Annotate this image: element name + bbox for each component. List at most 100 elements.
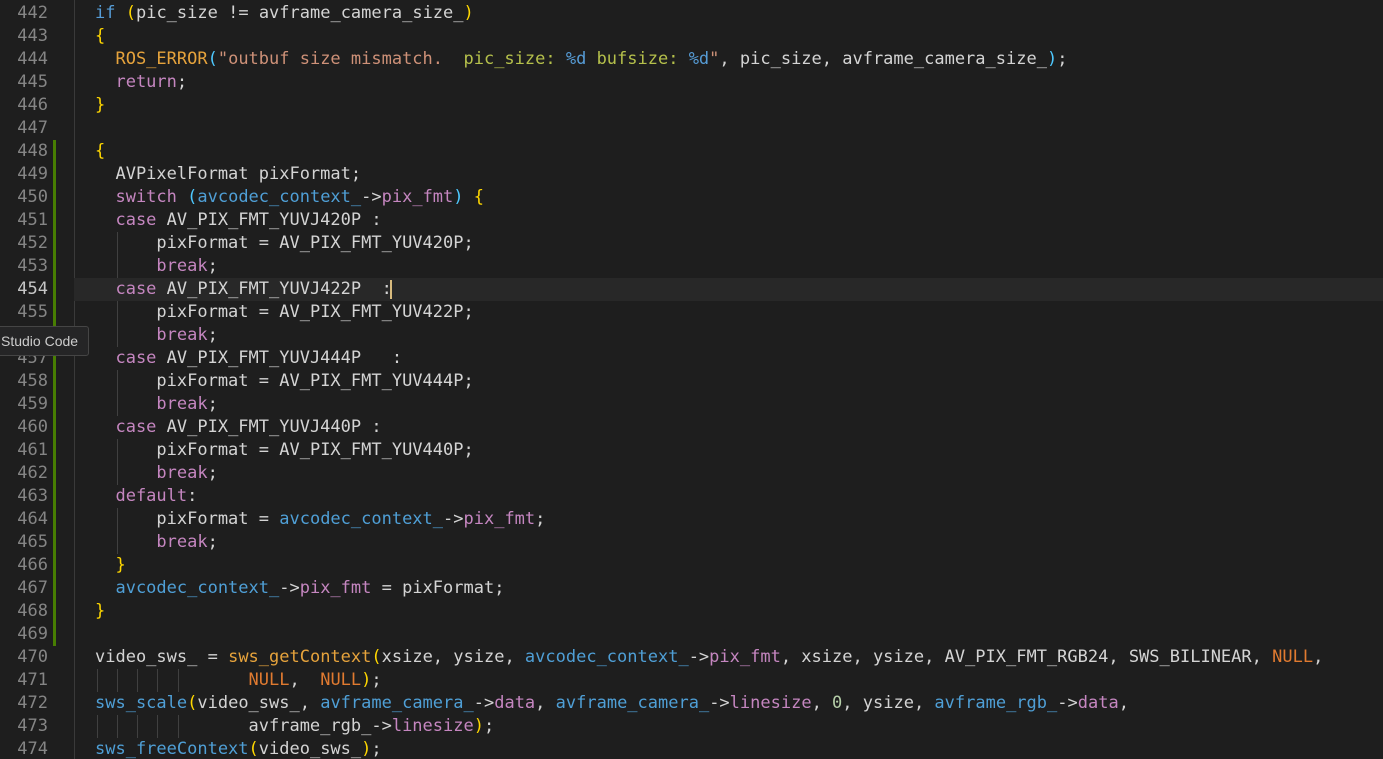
code-text[interactable]: { (95, 140, 105, 163)
code-line[interactable]: 443 { (0, 25, 1383, 48)
modified-line-indicator[interactable] (53, 209, 56, 232)
code-token: { (95, 26, 106, 46)
modified-line-indicator[interactable] (53, 140, 56, 163)
code-token: avcodec_context_ (95, 578, 280, 598)
code-line[interactable]: 456 break; (0, 324, 1383, 347)
code-line[interactable]: 448 { (0, 140, 1383, 163)
code-text[interactable]: sws_scale(video_sws_, avframe_camera_->d… (95, 692, 1129, 715)
code-text[interactable]: pixFormat = AV_PIX_FMT_YUV440P; (95, 439, 474, 462)
code-token: default (95, 486, 188, 506)
code-text[interactable]: return; (95, 71, 187, 94)
code-text[interactable]: pixFormat = avcodec_context_->pix_fmt; (95, 508, 545, 531)
code-line[interactable]: 464 pixFormat = avcodec_context_->pix_fm… (0, 508, 1383, 531)
code-line[interactable]: 447 (0, 117, 1383, 140)
code-line[interactable]: 470 video_sws_ = sws_getContext(xsize, ys… (0, 646, 1383, 669)
code-token: AV_PIX_FMT_YUV440P; (279, 440, 474, 460)
code-line[interactable]: 474 sws_freeContext(video_sws_); (0, 738, 1383, 759)
modified-line-indicator[interactable] (53, 623, 56, 646)
code-text[interactable]: NULL, NULL); (95, 669, 382, 692)
code-line[interactable]: 472 sws_scale(video_sws_, avframe_camera_… (0, 692, 1383, 715)
code-text[interactable]: video_sws_ = sws_getContext(xsize, ysize… (95, 646, 1323, 669)
code-line[interactable]: 457 case AV_PIX_FMT_YUVJ444P : (0, 347, 1383, 370)
code-text[interactable]: switch (avcodec_context_->pix_fmt) { (95, 186, 484, 209)
code-text[interactable]: { (95, 25, 105, 48)
code-text[interactable]: ROS_ERROR("outbuf size mismatch. pic_siz… (95, 48, 1067, 71)
line-number: 470 (17, 647, 48, 667)
code-line[interactable]: 454 case AV_PIX_FMT_YUVJ422P : (0, 278, 1383, 301)
modified-line-indicator[interactable] (53, 255, 56, 278)
code-token: pixFormat (95, 509, 259, 529)
modified-line-indicator[interactable] (53, 278, 56, 301)
code-line[interactable]: 442 if (pic_size != avframe_camera_size_) (0, 2, 1383, 25)
code-text[interactable]: case AV_PIX_FMT_YUVJ444P : (95, 347, 402, 370)
code-text[interactable]: avframe_rgb_->linesize); (95, 715, 495, 738)
code-line[interactable]: 463 default: (0, 485, 1383, 508)
code-line[interactable]: 473 avframe_rgb_->linesize); (0, 715, 1383, 738)
code-text[interactable]: } (95, 600, 105, 623)
code-text[interactable]: sws_freeContext(video_sws_); (95, 738, 382, 759)
modified-line-indicator[interactable] (53, 232, 56, 255)
modified-line-indicator[interactable] (53, 508, 56, 531)
code-text[interactable]: break; (95, 462, 217, 485)
code-token: pix_fmt (709, 647, 781, 667)
code-line[interactable]: 446} (0, 94, 1383, 117)
code-text[interactable]: case AV_PIX_FMT_YUVJ422P : (95, 278, 391, 301)
code-token: sws_scale (95, 693, 188, 713)
code-line[interactable]: 459 break; (0, 393, 1383, 416)
modified-line-indicator[interactable] (53, 485, 56, 508)
modified-line-indicator[interactable] (53, 416, 56, 439)
code-text[interactable]: } (95, 554, 125, 577)
code-text[interactable]: avcodec_context_->pix_fmt = pixFormat; (95, 577, 504, 600)
code-line[interactable]: 471 NULL, NULL); (0, 669, 1383, 692)
modified-line-indicator[interactable] (53, 163, 56, 186)
code-line[interactable]: 445 return; (0, 71, 1383, 94)
code-line[interactable]: 451 case AV_PIX_FMT_YUVJ420P : (0, 209, 1383, 232)
code-token: video_sws_ (258, 739, 362, 759)
modified-line-indicator[interactable] (53, 393, 56, 416)
code-text[interactable]: default: (95, 485, 197, 508)
code-text[interactable]: case AV_PIX_FMT_YUVJ440P : (95, 416, 381, 439)
modified-line-indicator[interactable] (53, 600, 56, 623)
code-text[interactable]: pixFormat = AV_PIX_FMT_YUV420P; (95, 232, 473, 255)
line-number: 461 (17, 440, 48, 460)
code-line[interactable]: 467 avcodec_context_->pix_fmt = pixForma… (0, 577, 1383, 600)
code-line[interactable]: 449 AVPixelFormat pixFormat; (0, 163, 1383, 186)
code-line[interactable]: 469 (0, 623, 1383, 646)
modified-line-indicator[interactable] (53, 577, 56, 600)
modified-line-indicator[interactable] (53, 370, 56, 393)
code-line[interactable]: 460 case AV_PIX_FMT_YUVJ440P : (0, 416, 1383, 439)
modified-line-indicator[interactable] (53, 186, 56, 209)
code-line[interactable]: 462 break; (0, 462, 1383, 485)
code-text[interactable]: } (95, 94, 105, 117)
code-text[interactable]: pixFormat = AV_PIX_FMT_YUV422P; (95, 301, 473, 324)
code-line[interactable]: 458 pixFormat = AV_PIX_FMT_YUV444P; (0, 370, 1383, 393)
code-line[interactable]: 468} (0, 600, 1383, 623)
code-line[interactable]: 465 break; (0, 531, 1383, 554)
code-text[interactable]: break; (95, 393, 217, 416)
code-text[interactable]: pixFormat = AV_PIX_FMT_YUV444P; (95, 370, 473, 393)
code-text[interactable]: break; (95, 531, 217, 554)
modified-line-indicator[interactable] (53, 462, 56, 485)
modified-line-indicator[interactable] (53, 301, 56, 324)
code-line[interactable]: 461 pixFormat = AV_PIX_FMT_YUV440P; (0, 439, 1383, 462)
modified-line-indicator[interactable] (53, 554, 56, 577)
code-line[interactable]: 453 break; (0, 255, 1383, 278)
code-line[interactable]: 466 } (0, 554, 1383, 577)
code-text[interactable]: break; (95, 324, 217, 347)
line-number: 452 (17, 233, 48, 253)
code-text[interactable]: AVPixelFormat pixFormat; (95, 163, 361, 186)
modified-line-indicator[interactable] (53, 531, 56, 554)
code-text[interactable]: break; (95, 255, 217, 278)
code-text[interactable]: if (pic_size != avframe_camera_size_) (95, 2, 474, 25)
code-token: ( (187, 187, 198, 207)
code-line[interactable]: 444 ROS_ERROR("outbuf size mismatch. pic… (0, 48, 1383, 71)
modified-line-indicator[interactable] (53, 439, 56, 462)
code-token: avcodec_context_ (524, 647, 689, 667)
code-token: avframe_camera_ (555, 693, 710, 713)
code-line[interactable]: 452 pixFormat = AV_PIX_FMT_YUV420P; (0, 232, 1383, 255)
code-line[interactable]: 450 switch (avcodec_context_->pix_fmt) { (0, 186, 1383, 209)
code-editor[interactable]: 442 if (pic_size != avframe_camera_size_)… (0, 0, 1383, 759)
code-line[interactable]: 455 pixFormat = AV_PIX_FMT_YUV422P; (0, 301, 1383, 324)
code-text[interactable]: case AV_PIX_FMT_YUVJ420P : (95, 209, 381, 232)
